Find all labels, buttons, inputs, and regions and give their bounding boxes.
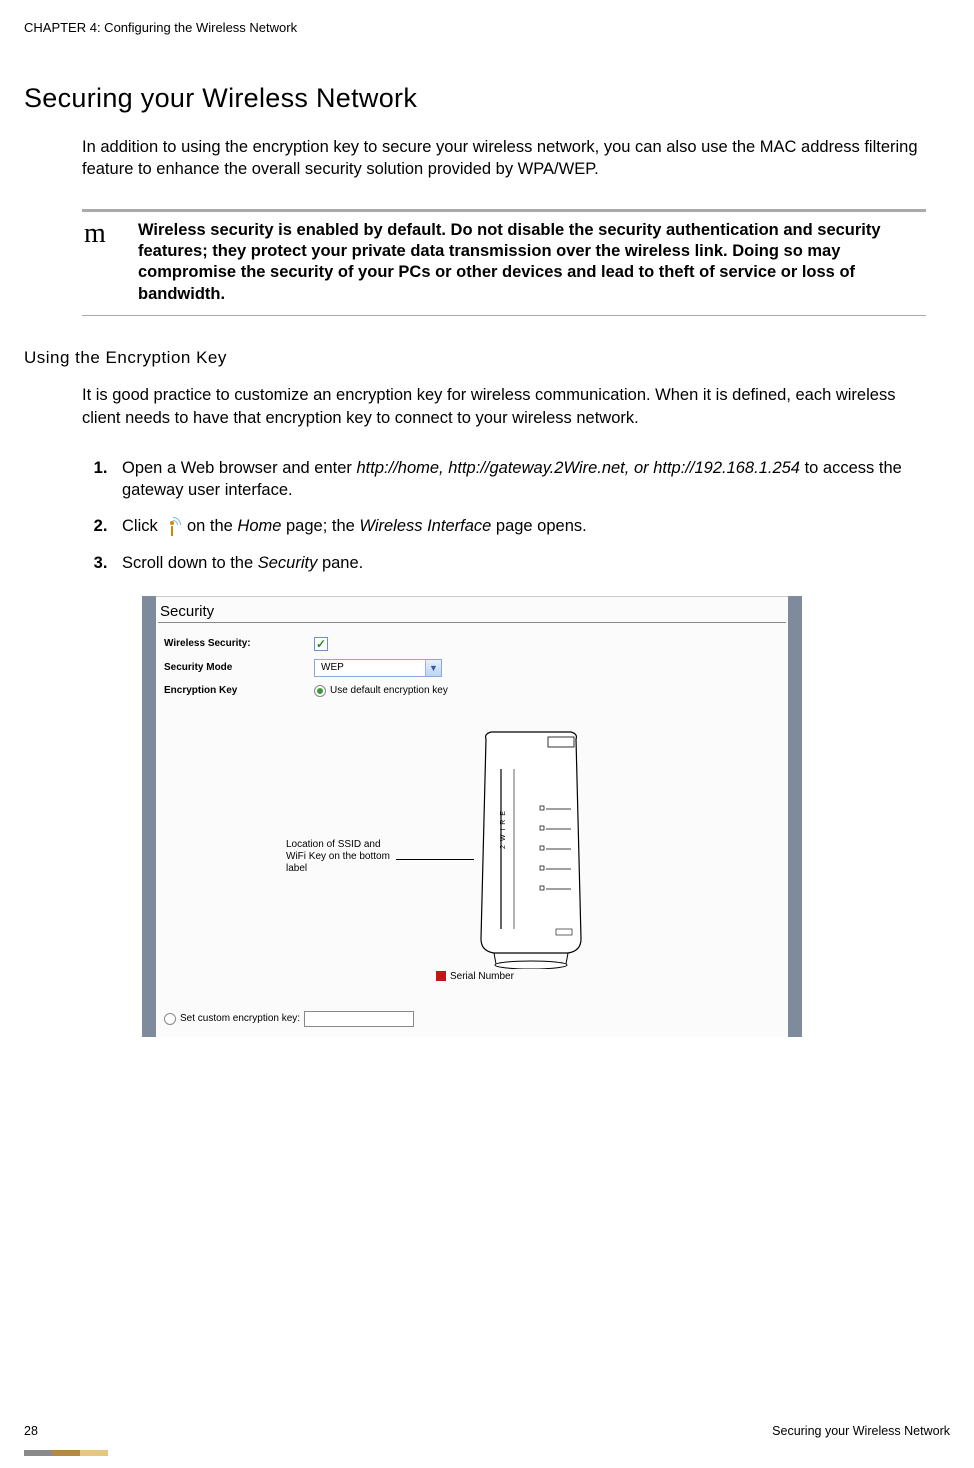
- use-default-label: Use default encryption key: [330, 685, 448, 696]
- wireless-security-checkbox[interactable]: ✓: [314, 637, 328, 651]
- step-2-text-b: on the: [187, 517, 237, 535]
- steps-list: Open a Web browser and enter http://home…: [112, 457, 926, 574]
- section-heading-encryption-key: Using the Encryption Key: [24, 348, 950, 368]
- custom-key-row: Set custom encryption key:: [156, 1005, 788, 1029]
- security-mode-select[interactable]: WEP ▼: [314, 659, 442, 677]
- security-mode-label: Security Mode: [164, 662, 314, 673]
- callout-text: Location of SSID and WiFi Key on the bot…: [286, 839, 396, 875]
- step-2-home: Home: [237, 517, 281, 535]
- custom-key-label: Set custom encryption key:: [180, 1013, 300, 1024]
- custom-key-input[interactable]: [304, 1011, 414, 1027]
- step-2: Click on the Home page; the Wireless Int…: [112, 515, 926, 537]
- chevron-down-icon: ▼: [425, 660, 441, 676]
- step-3: Scroll down to the Security pane.: [112, 552, 926, 574]
- step-3-text-a: Scroll down to the: [122, 554, 258, 572]
- note-icon: m: [82, 220, 122, 306]
- wireless-security-label: Wireless Security:: [164, 638, 314, 649]
- step-3-security: Security: [258, 554, 318, 572]
- page-title: Securing your Wireless Network: [24, 83, 950, 114]
- encryption-key-label: Encryption Key: [164, 685, 314, 696]
- serial-color-square: [436, 971, 446, 981]
- wireless-security-row: Wireless Security: ✓: [156, 633, 788, 655]
- footer-section-title: Securing your Wireless Network: [772, 1424, 950, 1438]
- panel-title: Security: [158, 601, 786, 623]
- section-paragraph: It is good practice to customize an encr…: [82, 384, 926, 429]
- encryption-key-row: Encryption Key Use default encryption ke…: [156, 681, 788, 701]
- device-illustration: 2 W I R E: [456, 729, 606, 969]
- serial-number-label: Serial Number: [436, 971, 514, 982]
- use-default-radio[interactable]: [314, 685, 326, 697]
- device-illustration-area: Location of SSID and WiFi Key on the bot…: [156, 709, 788, 999]
- security-mode-row: Security Mode WEP ▼: [156, 655, 788, 681]
- step-1: Open a Web browser and enter http://home…: [112, 457, 926, 502]
- page-footer: 28 Securing your Wireless Network: [24, 1424, 950, 1438]
- footer-color-bars: [24, 1450, 108, 1456]
- step-1-text-a: Open a Web browser and enter: [122, 459, 357, 477]
- serial-number-text: Serial Number: [450, 971, 514, 982]
- step-2-text-c: page; the: [281, 517, 359, 535]
- step-2-text-d: page opens.: [491, 517, 586, 535]
- panel-left-edge: [142, 596, 156, 1037]
- svg-text:2 W I R E: 2 W I R E: [500, 810, 507, 849]
- page-number: 28: [24, 1424, 38, 1438]
- security-mode-value: WEP: [315, 660, 425, 676]
- step-1-url: http://home, http://gateway.2Wire.net, o…: [357, 459, 801, 477]
- caution-note: m Wireless security is enabled by defaul…: [82, 209, 926, 317]
- custom-key-radio[interactable]: [164, 1013, 176, 1025]
- security-panel: Security Wireless Security: ✓ Security M…: [156, 596, 788, 1037]
- step-3-text-b: pane.: [317, 554, 363, 572]
- security-panel-screenshot: Security Wireless Security: ✓ Security M…: [142, 596, 802, 1037]
- step-2-wireless-interface: Wireless Interface: [359, 517, 491, 535]
- chapter-header: CHAPTER 4: Configuring the Wireless Netw…: [24, 20, 950, 35]
- note-text: Wireless security is enabled by default.…: [138, 220, 926, 306]
- panel-right-edge: [788, 596, 802, 1037]
- step-2-text-a: Click: [122, 517, 162, 535]
- intro-paragraph: In addition to using the encryption key …: [82, 136, 926, 181]
- wireless-icon: [164, 518, 180, 536]
